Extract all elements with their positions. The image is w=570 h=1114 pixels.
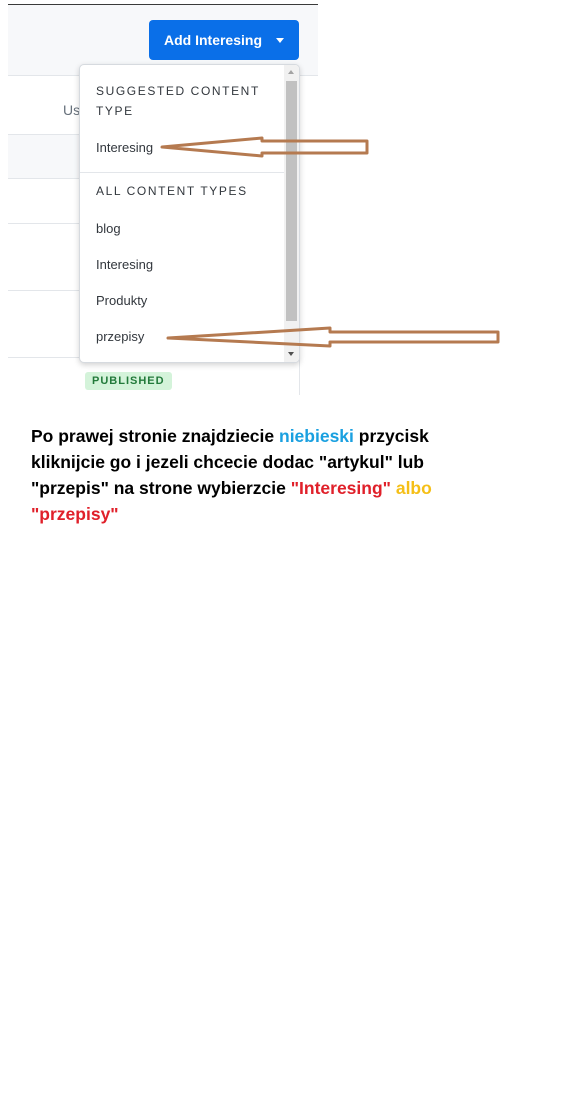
- caret-down-icon: [276, 38, 284, 43]
- column-header-partial: Us: [63, 102, 81, 118]
- note-part-niebieski: niebieski: [279, 426, 354, 446]
- dropdown-scrollbar[interactable]: [284, 65, 299, 362]
- suggested-heading: SUGGESTED CONTENT TYPE: [96, 84, 260, 118]
- scroll-up-icon[interactable]: [288, 70, 294, 74]
- add-content-button[interactable]: Add Interesing: [149, 20, 299, 60]
- note-part-albo: albo: [390, 478, 432, 498]
- note-part-przepisy: "przepisy": [31, 504, 119, 524]
- content-type-dropdown: SUGGESTED CONTENT TYPE Interesing ALL CO…: [79, 64, 300, 363]
- dropdown-list: SUGGESTED CONTENT TYPE Interesing ALL CO…: [80, 65, 285, 362]
- all-types-heading: ALL CONTENT TYPES: [96, 184, 248, 198]
- status-badge: PUBLISHED: [85, 372, 172, 390]
- menu-item-interesing-suggested[interactable]: Interesing: [96, 140, 153, 155]
- instruction-note: Po prawej stronie znajdziecie niebieski …: [31, 423, 471, 527]
- note-part-1: Po prawej stronie znajdziecie: [31, 426, 279, 446]
- menu-divider: [80, 172, 285, 173]
- scroll-down-icon[interactable]: [288, 352, 294, 356]
- menu-item-przepisy[interactable]: przepisy: [96, 329, 144, 344]
- note-part-interesing: "Interesing": [290, 478, 391, 498]
- menu-item-interesing[interactable]: Interesing: [96, 257, 153, 272]
- scroll-thumb[interactable]: [286, 81, 297, 321]
- add-content-button-label: Add Interesing: [163, 32, 262, 48]
- menu-item-blog[interactable]: blog: [96, 221, 121, 236]
- menu-item-produkty[interactable]: Produkty: [96, 293, 147, 308]
